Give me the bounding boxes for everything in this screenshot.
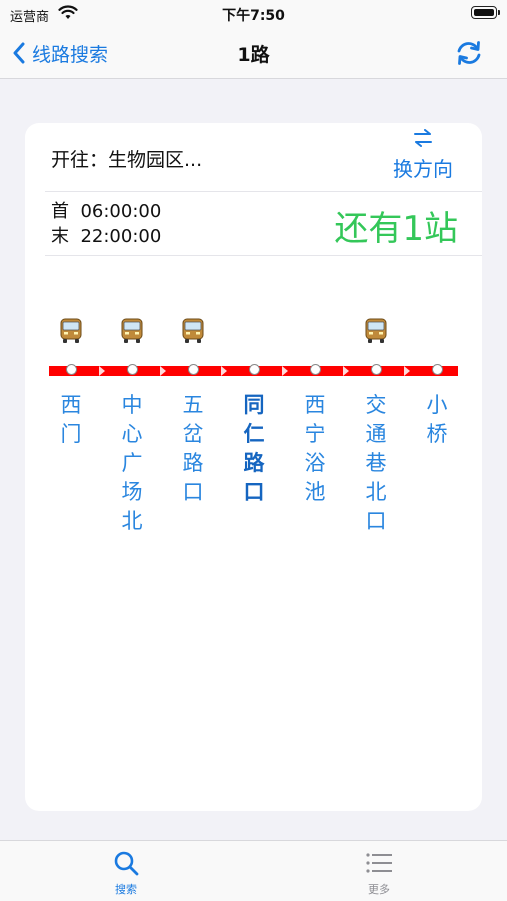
- stop-label-char: 门: [60, 422, 82, 446]
- tab-more[interactable]: 更多: [339, 849, 419, 897]
- route-arrow-icon: [98, 366, 105, 376]
- stop-label-char: 北: [121, 509, 143, 533]
- tab-more-label: 更多: [368, 883, 390, 896]
- stop-label-char: 五: [182, 393, 204, 417]
- stop-label[interactable]: 五岔路口: [178, 391, 208, 507]
- stop-marker: [309, 364, 321, 375]
- stop-label-char: 同: [243, 393, 265, 417]
- stop-label-char: 心: [121, 422, 143, 446]
- stop-label-char: 口: [182, 480, 204, 504]
- stop-label-char: 池: [304, 480, 326, 504]
- last-bus-time: 末 22:00:00: [51, 226, 162, 247]
- route-arrow-icon: [281, 366, 288, 376]
- battery-icon: [471, 6, 500, 19]
- stop-label-char: 交: [365, 393, 387, 417]
- bus-icon: [364, 318, 388, 344]
- swap-arrows-icon: [414, 129, 432, 147]
- schedule-row: 首 06:00:00 末 22:00:00 还有1站: [45, 191, 482, 256]
- stop-marker: [126, 364, 138, 375]
- tab-search[interactable]: 搜索: [86, 849, 166, 897]
- stop-label-char: 路: [182, 451, 204, 475]
- search-icon: [114, 851, 139, 876]
- stop-label-char: 浴: [304, 451, 326, 475]
- remaining-stops: 还有1站: [334, 209, 458, 249]
- stop-label-char: 巷: [365, 451, 387, 475]
- stop-label-char: 小: [426, 393, 448, 417]
- stop-marker: [65, 364, 77, 375]
- stop-label-char: 广: [121, 451, 143, 475]
- stop-label-char: 岔: [182, 422, 204, 446]
- stop-marker: [248, 364, 260, 375]
- stop-marker: [187, 364, 199, 375]
- stop-label[interactable]: 小桥: [422, 391, 452, 449]
- stop-label-char: 北: [365, 480, 387, 504]
- stop-label-char: 仁: [243, 422, 265, 446]
- stop-label[interactable]: 西宁浴池: [300, 391, 330, 507]
- route-arrow-icon: [220, 366, 227, 376]
- switch-direction-label: 换方向: [393, 157, 453, 181]
- refresh-button[interactable]: [455, 40, 483, 70]
- status-time: 下午7:50: [222, 8, 285, 24]
- bus-icon: [181, 318, 205, 344]
- stop-label-char: 西: [60, 393, 82, 417]
- route-diagram: 西门 中心广场北 五岔路口同仁路口西宁浴池 交通巷北口小桥: [25, 303, 482, 563]
- stop-label-char: 口: [243, 480, 265, 504]
- status-bar: 运营商 下午7:50: [0, 0, 507, 30]
- stop-label[interactable]: 同仁路口: [239, 391, 269, 507]
- tab-search-label: 搜索: [115, 883, 137, 896]
- stop-label-char: 中: [121, 393, 143, 417]
- bus-icon: [120, 318, 144, 344]
- page-title: 1路: [237, 44, 270, 66]
- route-arrow-icon: [159, 366, 166, 376]
- stop-label-char: 宁: [304, 422, 326, 446]
- stop-label-char: 口: [365, 509, 387, 533]
- stop-label-char: 通: [365, 422, 387, 446]
- stop-marker: [431, 364, 443, 375]
- list-icon: [366, 853, 392, 873]
- first-bus-time: 首 06:00:00: [51, 201, 162, 222]
- route-arrow-icon: [342, 366, 349, 376]
- route-card: 开往：生物园区... 换方向 首 06:00:00 末 22:00:00 还有1…: [25, 123, 482, 811]
- destination-label: 开往：生物园区...: [51, 149, 203, 171]
- navigation-bar: 线路搜索 1路: [0, 30, 507, 79]
- stop-label[interactable]: 西门: [56, 391, 86, 449]
- stop-label-char: 桥: [426, 422, 448, 446]
- stop-label-char: 西: [304, 393, 326, 417]
- stop-label[interactable]: 中心广场北: [117, 391, 147, 536]
- tab-bar: 搜索 更多: [0, 840, 507, 901]
- stop-label-char: 路: [243, 451, 265, 475]
- bus-icon: [59, 318, 83, 344]
- stop-label-char: 场: [121, 480, 143, 504]
- stop-marker: [370, 364, 382, 375]
- switch-direction-button[interactable]: 换方向: [388, 129, 458, 182]
- destination-row: 开往：生物园区... 换方向: [45, 123, 482, 192]
- route-arrow-icon: [403, 366, 410, 376]
- refresh-icon: [457, 41, 481, 65]
- stop-label[interactable]: 交通巷北口: [361, 391, 391, 536]
